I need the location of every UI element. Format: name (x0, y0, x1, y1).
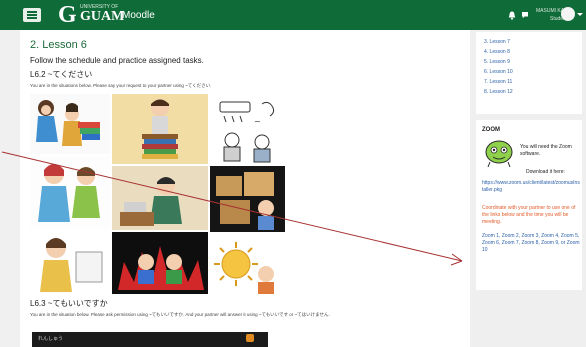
logo-g: G (58, 2, 77, 28)
lesson-link-8[interactable]: 4. Lesson 8 (484, 49, 510, 55)
lesson-link-12[interactable]: 8. Lesson 12 (484, 89, 513, 95)
lesson-link-9[interactable]: 5. Lesson 9 (484, 59, 510, 65)
illustration-panel-thinking-kid (30, 230, 110, 294)
instruction-text: Follow the schedule and practice assigne… (30, 56, 204, 65)
zoom-meeting-links[interactable]: Zoom 1, Zoom 2, Zoom 3, Zoom 4, Zoom 5, … (482, 233, 580, 254)
lessons-block: 3. Lesson 7 4. Lesson 8 5. Lesson 9 6. L… (476, 32, 582, 114)
situations-illustration: ~ (30, 94, 285, 294)
chevron-down-icon[interactable] (577, 13, 583, 16)
section-heading-l6-2: L6.2 ~てください (30, 70, 93, 79)
sticker-icon (246, 334, 254, 342)
illustration-panel-boxes (210, 166, 285, 232)
illustration-panel-air-conditioner: ~ (210, 94, 285, 164)
zoom-mascot-icon (485, 140, 513, 168)
lesson-link-7[interactable]: 3. Lesson 7 (484, 39, 510, 45)
zoom-download-text: Download it here: (526, 169, 565, 175)
practice-image-strip: れんしゅう (32, 332, 268, 347)
menu-icon[interactable] (23, 8, 41, 22)
svg-text:~: ~ (254, 117, 261, 126)
zoom-installer-link[interactable]: https://www.zoom.us/client/latest/zoomus… (482, 180, 580, 194)
page-title: 2. Lesson 6 (30, 39, 87, 51)
section-note-l6-2: You are in the situations below. Please … (30, 83, 212, 88)
illustration-panel-boy-books (112, 94, 208, 164)
lesson-link-10[interactable]: 6. Lesson 10 (484, 69, 513, 75)
practice-label: れんしゅう (38, 336, 64, 342)
left-gutter (0, 30, 20, 347)
chat-icon[interactable] (521, 11, 529, 19)
main-content: 2. Lesson 6 Follow the schedule and prac… (20, 30, 468, 347)
section-note-l6-3: You are in the situation below. Please a… (30, 312, 330, 317)
lesson-link-11[interactable]: 7. Lesson 11 (484, 79, 512, 85)
section-heading-l6-3: L6.3 ~てもいいですか (30, 299, 108, 308)
illustration-panel-angry-kids (112, 232, 208, 294)
bell-icon[interactable] (508, 11, 516, 20)
zoom-coordinate-text: Coordinate with your partner to use one … (482, 205, 576, 225)
illustration-panel-books (30, 94, 110, 154)
logo-guam: GUAM (80, 9, 125, 24)
avatar-icon[interactable] (561, 7, 575, 21)
zoom-need-software-text: You will need the Zoom software. (520, 144, 572, 157)
top-navbar: G UNIVERSITY OF GUAM Moodle MASUMI KAI S… (0, 0, 586, 30)
illustration-panel-sick-girl (30, 156, 110, 228)
logo-moodle: Moodle (122, 10, 155, 21)
illustration-panel-man-desk (112, 166, 208, 230)
zoom-block: ZOOM You will need the Zoom software. Do… (476, 120, 582, 290)
illustration-panel-hot-sun (210, 234, 285, 294)
zoom-block-title: ZOOM (482, 127, 500, 133)
